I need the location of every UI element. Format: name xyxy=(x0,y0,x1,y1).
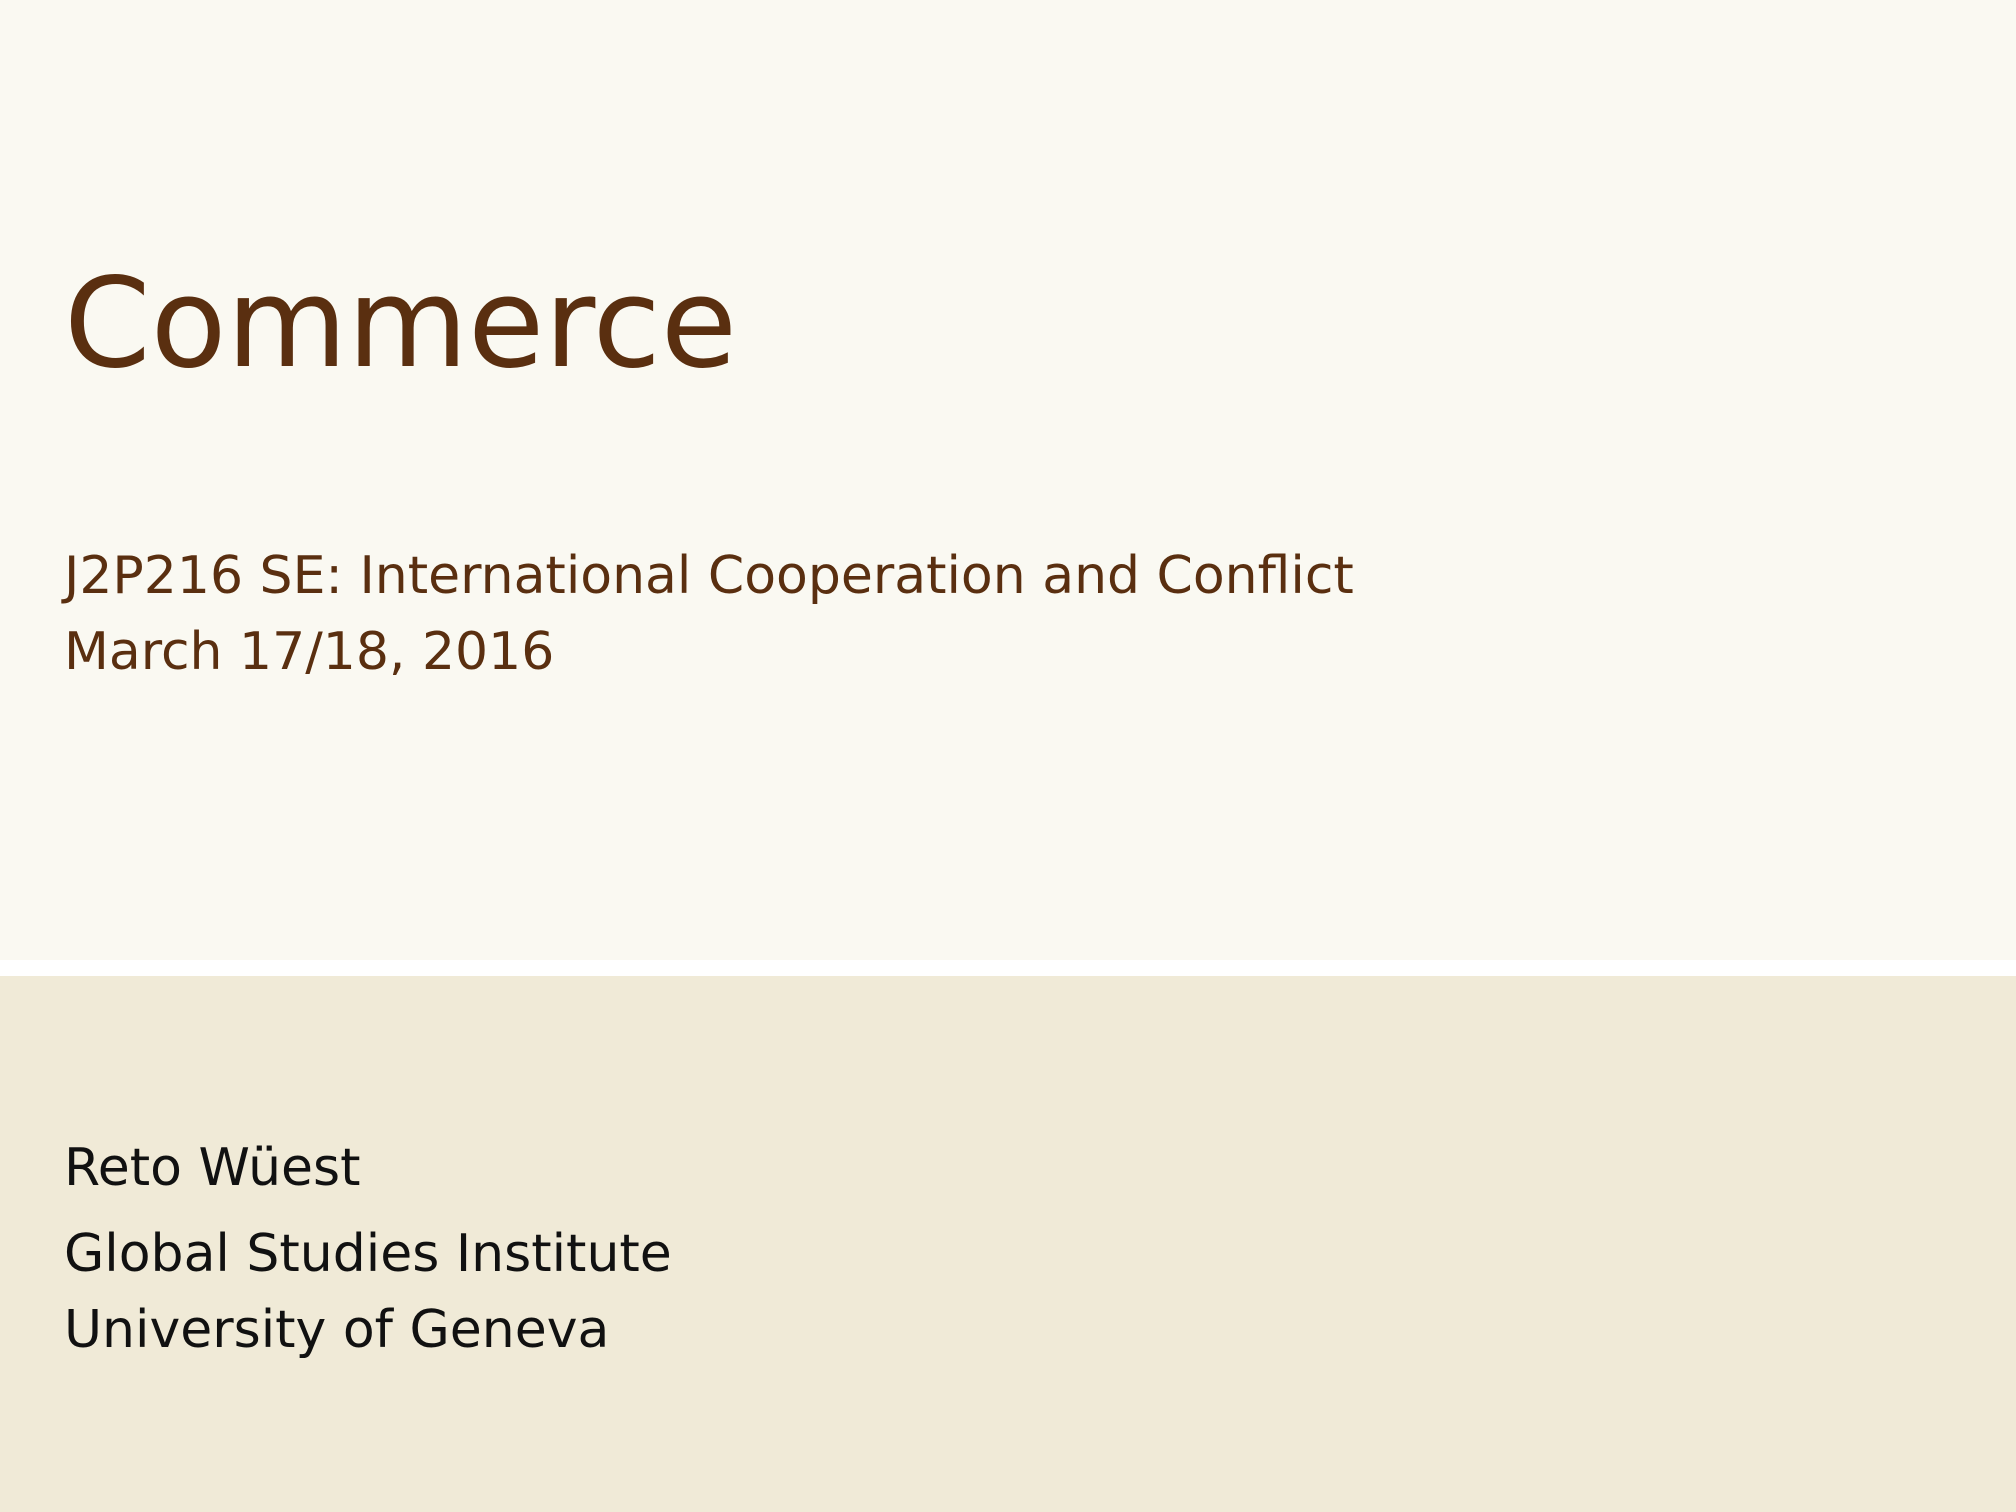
title-slide: Commerce J2P216 SE: International Cooper… xyxy=(0,0,2016,1512)
author-info: Reto Wüest Global Studies Institute Univ… xyxy=(64,1130,672,1368)
title-panel xyxy=(0,0,2016,960)
course-name: J2P216 SE: International Cooperation and… xyxy=(64,546,1354,606)
institute-name: Global Studies Institute xyxy=(64,1224,672,1284)
course-info: J2P216 SE: International Cooperation and… xyxy=(64,538,1354,690)
affiliation: Global Studies Institute University of G… xyxy=(64,1216,672,1368)
author-name: Reto Wüest xyxy=(64,1138,361,1198)
presentation-date: March 17/18, 2016 xyxy=(64,622,555,682)
presentation-title: Commerce xyxy=(64,252,738,396)
university-name: University of Geneva xyxy=(64,1300,610,1360)
section-divider xyxy=(0,960,2016,976)
